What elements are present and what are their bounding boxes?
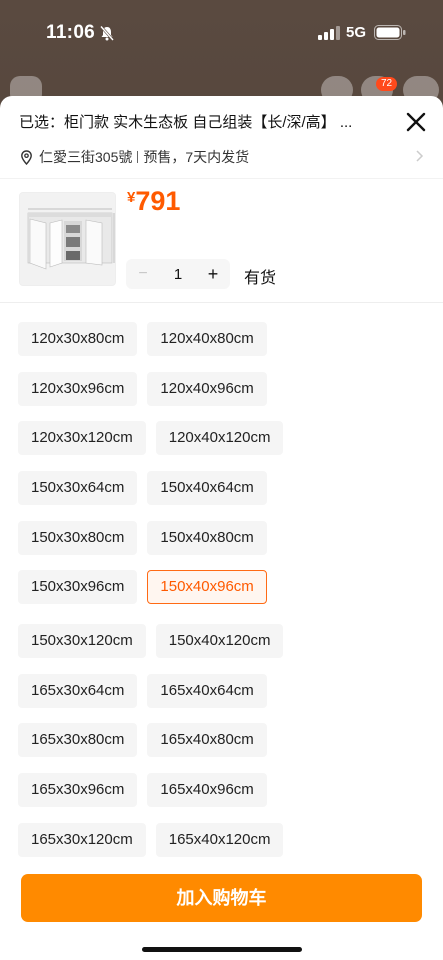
size-option-chip[interactable]: 120x40x96cm [147, 372, 267, 406]
option-row: 150x30x64cm 150x40x64cm [18, 471, 267, 505]
size-option-chip[interactable]: 150x30x64cm [18, 471, 138, 505]
size-option-chip[interactable]: 165x40x120cm [155, 823, 284, 857]
size-option-chip[interactable]: 150x40x120cm [155, 624, 284, 658]
size-option-chip[interactable]: 165x40x64cm [147, 674, 267, 708]
quantity-value[interactable]: 1 [160, 266, 196, 283]
size-option-chip[interactable]: 150x30x120cm [18, 624, 146, 658]
size-option-chip[interactable]: 150x40x96cm [147, 570, 267, 604]
status-time: 11:06 [46, 22, 96, 43]
option-row: 165x30x64cm 165x40x64cm [18, 674, 267, 708]
quantity-stepper: − 1 + [126, 259, 230, 289]
stock-status: 有货 [244, 270, 277, 287]
quantity-plus-button[interactable]: + [196, 264, 230, 285]
delivery-address: 仁愛三街305號 [39, 149, 133, 165]
location-pin-icon [21, 149, 32, 165]
screen: 11:06 5G 72 已选：柜门款 实木生态板 自己组装【长/深/高】 ... [0, 0, 443, 960]
option-row: 120x30x80cm 120x40x80cm [18, 322, 267, 356]
size-option-chip[interactable]: 120x30x120cm [18, 421, 146, 455]
option-row: 165x30x80cm 165x40x80cm [18, 723, 267, 757]
size-option-chip[interactable]: 165x30x80cm [18, 723, 138, 757]
home-indicator [142, 947, 302, 952]
size-option-chip[interactable]: 150x40x64cm [147, 471, 267, 505]
divider [0, 178, 443, 179]
option-row: 120x30x96cm 120x40x96cm [18, 372, 267, 406]
add-to-cart-button[interactable]: 加入购物车 [21, 874, 422, 922]
size-option-chip[interactable]: 120x40x80cm [147, 322, 267, 356]
option-row: 150x30x96cm 150x40x96cm [18, 570, 267, 604]
delivery-row[interactable]: 仁愛三街305號 预售，7天内发货 [19, 146, 424, 168]
status-bar: 11:06 5G [0, 0, 443, 66]
selected-summary: 已选：柜门款 实木生态板 自己组装【长/深/高】 ... [19, 114, 353, 131]
option-row: 150x30x80cm 150x40x80cm [18, 521, 267, 555]
cabinet-illustration [20, 193, 115, 285]
size-option-chip[interactable]: 165x30x64cm [18, 674, 138, 708]
option-row: 165x30x96cm 165x40x96cm [18, 773, 267, 807]
size-option-chip[interactable]: 150x40x80cm [147, 521, 267, 555]
price-value: 791 [135, 186, 181, 216]
size-option-chip[interactable]: 165x40x80cm [147, 723, 267, 757]
size-option-chip[interactable]: 120x30x80cm [18, 322, 138, 356]
bell-slash-icon [100, 25, 114, 41]
size-option-chip[interactable]: 120x30x96cm [18, 372, 138, 406]
size-option-chip[interactable]: 165x30x96cm [18, 773, 138, 807]
product-image[interactable] [19, 192, 116, 286]
size-option-chip[interactable]: 120x40x120cm [155, 421, 284, 455]
price: ¥791 [127, 186, 180, 217]
size-option-chip[interactable]: 165x40x96cm [147, 773, 267, 807]
option-row: 165x30x120cm 165x40x120cm [18, 823, 284, 857]
separator [137, 151, 139, 163]
cart-badge: 72 [376, 77, 398, 91]
sku-selector-sheet: 已选：柜门款 实木生态板 自己组装【长/深/高】 ... 仁愛三街305號 预售… [0, 96, 443, 960]
battery-icon [374, 25, 406, 40]
chevron-right-icon [416, 150, 424, 162]
quantity-minus-button[interactable]: − [126, 265, 160, 283]
network-label: 5G [346, 24, 367, 41]
shipping-info: 预售，7天内发货 [143, 149, 250, 165]
divider [0, 302, 443, 303]
option-row: 150x30x120cm 150x40x120cm [18, 624, 284, 658]
size-option-chip[interactable]: 150x30x96cm [18, 570, 138, 604]
close-icon[interactable] [402, 108, 430, 136]
size-option-chip[interactable]: 150x30x80cm [18, 521, 138, 555]
size-option-chip[interactable]: 165x30x120cm [18, 823, 146, 857]
option-row: 120x30x120cm 120x40x120cm [18, 421, 284, 455]
signal-icon [318, 26, 340, 40]
